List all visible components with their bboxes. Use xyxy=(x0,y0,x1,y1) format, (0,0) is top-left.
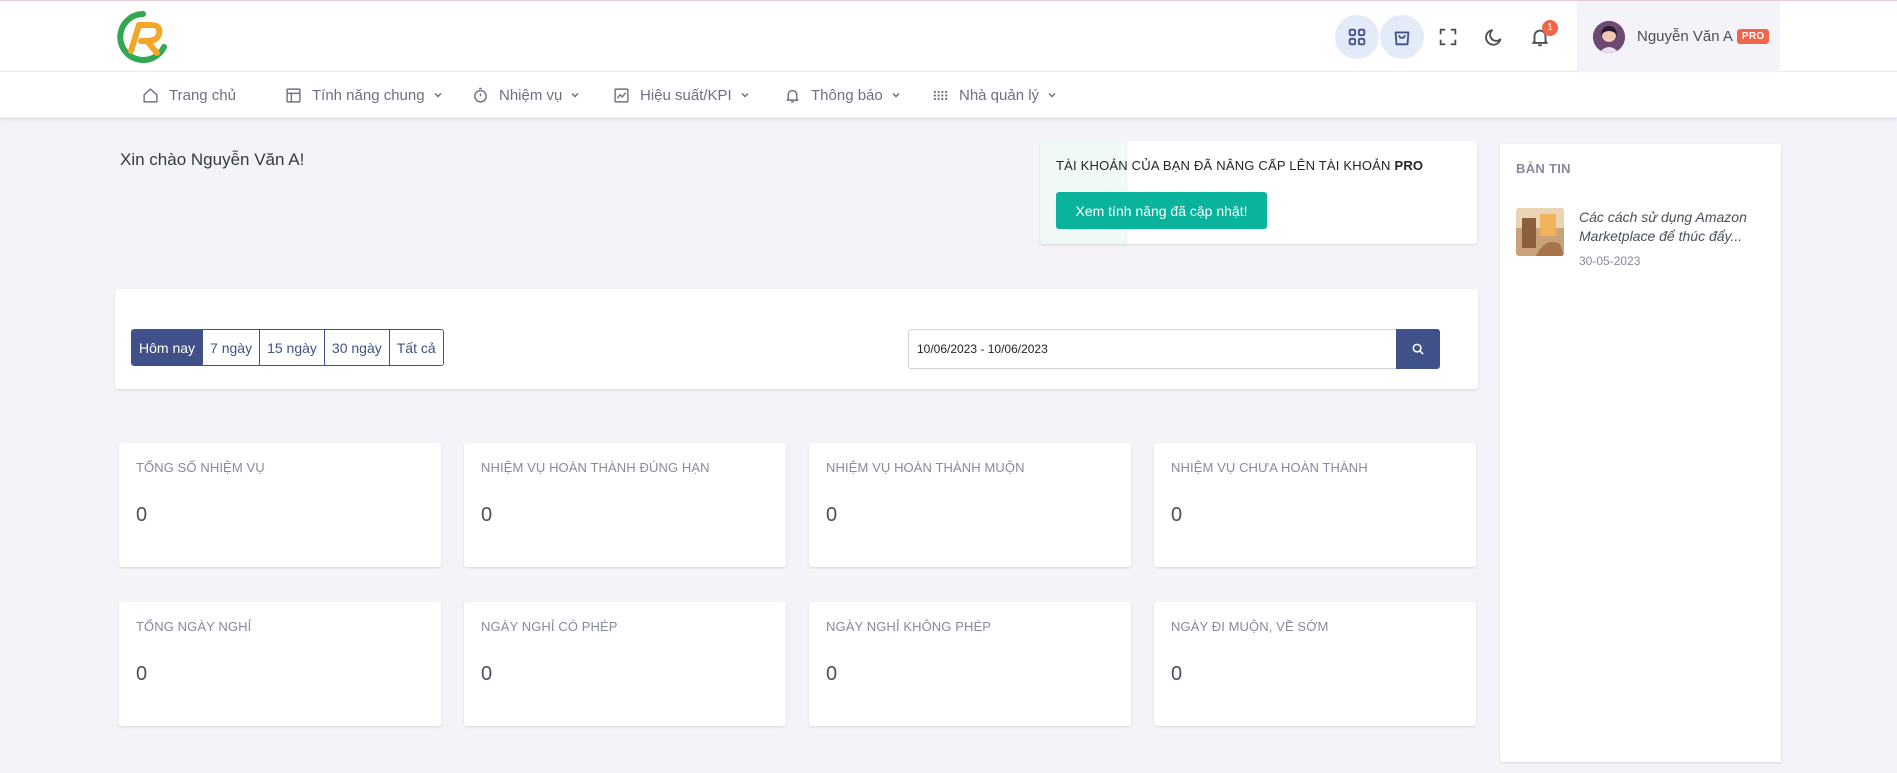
stat-label: NHIỆM VỤ HOÀN THÀNH MUỘN xyxy=(826,460,1025,475)
search-icon xyxy=(1412,343,1424,355)
stat-card-days-off-approved: NGÀY NGHỈ CÓ PHÉP 0 xyxy=(464,602,786,726)
nav-item-label: Nhà quản lý xyxy=(959,86,1040,104)
nav-item-kpi[interactable]: Hiệu suất/KPI xyxy=(613,72,750,118)
news-date: 30-05-2023 xyxy=(1579,254,1641,268)
moon-icon[interactable] xyxy=(1472,15,1516,59)
chevron-down-icon xyxy=(571,92,579,98)
stat-label: NGÀY NGHỈ CÓ PHÉP xyxy=(481,619,618,634)
stat-label: NGÀY NGHỈ KHÔNG PHÉP xyxy=(826,619,992,634)
avatar xyxy=(1593,20,1625,53)
nav-item-label: Thông báo xyxy=(811,86,883,104)
stat-label: TỔNG NGÀY NGHỈ xyxy=(136,619,252,634)
date-range-input[interactable] xyxy=(908,329,1397,369)
stat-value: 0 xyxy=(1171,663,1183,685)
range-7-days-button[interactable]: 7 ngày xyxy=(203,330,261,365)
grid-dots-icon xyxy=(933,90,948,100)
news-headline[interactable]: Các cách sử dụng Amazon Marketplace để t… xyxy=(1579,208,1765,246)
nav-item-label: Trang chủ xyxy=(169,86,236,104)
view-updated-features-button[interactable]: Xem tính năng đã cập nhật! xyxy=(1056,192,1267,229)
nav-item-manager[interactable]: Nhà quản lý xyxy=(932,72,1057,118)
range-30-days-button[interactable]: 30 ngày xyxy=(324,330,390,365)
table-icon xyxy=(286,87,301,103)
chart-icon xyxy=(614,87,629,103)
nav-item-tasks[interactable]: Nhiệm vụ xyxy=(472,72,580,118)
date-range-button-group: Hôm nay 7 ngày 15 ngày 30 ngày Tất cả xyxy=(131,329,444,366)
pro-upgrade-message-strong: PRO xyxy=(1394,158,1424,173)
range-all-button[interactable]: Tất cả xyxy=(389,330,443,365)
stat-value: 0 xyxy=(136,504,148,526)
user-name: Nguyễn Văn A xyxy=(1637,28,1733,45)
stat-value: 0 xyxy=(826,663,838,685)
nav-item-label: Nhiệm vụ xyxy=(499,86,563,104)
stat-label: NHIỆM VỤ HOÀN THÀNH ĐÚNG HẠN xyxy=(481,460,710,475)
apps-icon[interactable] xyxy=(1335,15,1379,59)
stat-value: 0 xyxy=(481,663,493,685)
date-filter-card: Hôm nay 7 ngày 15 ngày 30 ngày Tất cả xyxy=(115,289,1478,389)
chevron-down-icon xyxy=(892,92,900,98)
nav-item-label: Tính năng chung xyxy=(312,86,425,104)
stat-label: NHIỆM VỤ CHƯA HOÀN THÀNH xyxy=(1171,460,1368,475)
nav-item-label: Hiệu suất/KPI xyxy=(640,86,732,104)
bell-icon xyxy=(786,89,799,103)
chevron-down-icon xyxy=(741,92,749,98)
notification-count-badge: 1 xyxy=(1542,20,1558,36)
news-item[interactable]: Các cách sử dụng Amazon Marketplace để t… xyxy=(1516,208,1766,274)
range-15-days-button[interactable]: 15 ngày xyxy=(260,330,325,365)
timer-icon xyxy=(474,87,487,103)
stat-value: 0 xyxy=(826,504,838,526)
stat-value: 0 xyxy=(481,504,493,526)
cart-icon[interactable] xyxy=(1380,15,1424,59)
nav-item-notifications[interactable]: Thông báo xyxy=(784,72,901,118)
stat-value: 0 xyxy=(136,663,148,685)
greeting-text: Xin chào Nguyễn Văn A! xyxy=(120,150,305,169)
app-logo[interactable] xyxy=(117,11,169,63)
chevron-down-icon xyxy=(434,92,442,98)
stat-card-days-off-unapproved: NGÀY NGHỈ KHÔNG PHÉP 0 xyxy=(809,602,1131,726)
nav-item-general-features[interactable]: Tính năng chung xyxy=(285,72,443,118)
news-panel: BẢN TIN Các cách sử dụng Amazon Marketpl… xyxy=(1500,144,1781,762)
stat-label: TỔNG SỐ NHIỆM VỤ xyxy=(136,460,265,475)
pro-badge: PRO xyxy=(1736,29,1770,44)
main-navigation: Trang chủ Tính năng chung Nhiệm vụ Hiệu … xyxy=(0,72,1897,118)
home-icon xyxy=(143,87,158,103)
stat-card-tasks-late: NHIỆM VỤ HOÀN THÀNH MUỘN 0 xyxy=(809,443,1131,567)
news-thumbnail xyxy=(1516,208,1564,256)
stat-card-total-days-off: TỔNG NGÀY NGHỈ 0 xyxy=(119,602,441,726)
user-menu[interactable]: Nguyễn Văn A PRO xyxy=(1577,1,1780,72)
nav-item-home[interactable]: Trang chủ xyxy=(142,72,236,118)
pro-upgrade-message: TÀI KHOẢN CỦA BẠN ĐÃ NÂNG CẤP LÊN TÀI KH… xyxy=(1056,158,1423,173)
chevron-down-icon xyxy=(1048,92,1056,98)
pro-upgrade-message-text: TÀI KHOẢN CỦA BẠN ĐÃ NÂNG CẤP LÊN TÀI KH… xyxy=(1056,158,1391,173)
stat-card-total-tasks: TỔNG SỐ NHIỆM VỤ 0 xyxy=(119,443,441,567)
date-search-button[interactable] xyxy=(1396,329,1440,369)
range-today-button[interactable]: Hôm nay xyxy=(132,330,204,365)
stat-card-tasks-on-time: NHIỆM VỤ HOÀN THÀNH ĐÚNG HẠN 0 xyxy=(464,443,786,567)
stat-label: NGÀY ĐI MUỘN, VỀ SỚM xyxy=(1171,619,1329,634)
top-bar: 1 Nguyễn Văn A PRO xyxy=(0,0,1897,72)
stat-value: 0 xyxy=(1171,504,1183,526)
news-panel-title: BẢN TIN xyxy=(1516,161,1571,176)
stat-card-late-early-days: NGÀY ĐI MUỘN, VỀ SỚM 0 xyxy=(1154,602,1476,726)
fullscreen-icon[interactable] xyxy=(1426,15,1470,59)
stat-card-tasks-incomplete: NHIỆM VỤ CHƯA HOÀN THÀNH 0 xyxy=(1154,443,1476,567)
pro-upgrade-card: TÀI KHOẢN CỦA BẠN ĐÃ NÂNG CẤP LÊN TÀI KH… xyxy=(1040,141,1477,244)
notification-bell-button[interactable]: 1 xyxy=(1518,15,1562,59)
